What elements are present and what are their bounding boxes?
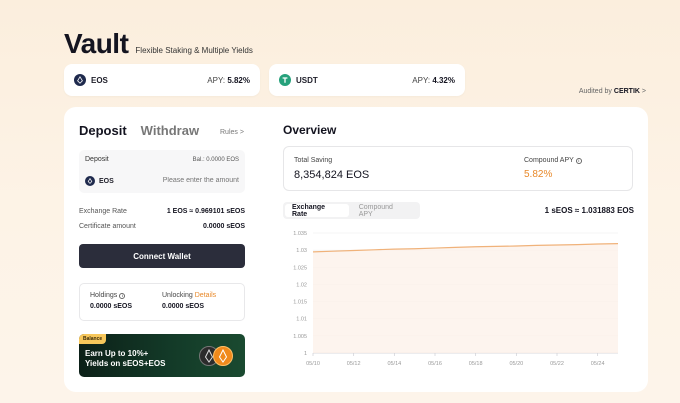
x-tick-label: 05/24 (591, 361, 605, 367)
x-tick-label: 05/12 (347, 361, 361, 367)
audited-link[interactable]: Audited by CERTIK > (579, 88, 646, 95)
y-tick-label: 1.01 (296, 317, 307, 323)
compound-apy-value: 5.82% (524, 169, 553, 180)
connect-wallet-button[interactable]: Connect Wallet (79, 244, 245, 268)
y-tick-label: 1.03 (296, 248, 307, 254)
tab-compound-apy[interactable]: Compound APY (349, 204, 418, 218)
token-name: EOS (91, 75, 108, 85)
overview-title: Overview (283, 123, 337, 137)
y-tick-label: 1.005 (293, 334, 307, 340)
unlocking: Unlocking Details 0.0000 sEOS (162, 292, 217, 310)
usdt-coin-icon (279, 74, 291, 86)
x-tick-label: 05/18 (469, 361, 483, 367)
exchange-rate-chart: 1 1.005 1.01 1.015 1.02 1.025 1.03 1.035 05/10 05… (293, 231, 619, 367)
deposit-token: EOS (85, 176, 114, 186)
page-subtitle: Flexible Staking & Multiple Yields (135, 46, 253, 55)
info-icon[interactable]: i (119, 292, 126, 299)
balance-text: Bal.: 0.0000 EOS (192, 157, 239, 163)
banner-line1: Earn Up to 10%+ (85, 349, 149, 358)
deposit-label: Deposit (85, 156, 109, 163)
details-link[interactable]: Details (195, 292, 216, 299)
chart-toggle: Exchange Rate Compound APY (283, 202, 420, 219)
deposit-input-box: Deposit Bal.: 0.0000 EOS EOS (79, 150, 245, 193)
token-name: USDT (296, 75, 318, 85)
certificate-row: Certificate amount 0.0000 sEOS (79, 223, 245, 230)
y-tick-label: 1 (304, 351, 307, 357)
token-apy: APY: 5.82% (207, 75, 250, 85)
amount-input[interactable] (139, 177, 239, 184)
x-tick-label: 05/22 (550, 361, 564, 367)
deposit-withdraw-tabs: Deposit Withdraw (79, 123, 199, 138)
banner-badge: Balance (79, 334, 107, 344)
y-tick-label: 1.02 (296, 282, 307, 288)
y-tick-label: 1.025 (293, 265, 307, 271)
token-card-eos[interactable]: EOS APY: 5.82% (64, 64, 260, 96)
info-icon[interactable]: i (575, 157, 582, 164)
tab-withdraw[interactable]: Withdraw (141, 123, 199, 138)
page-header: Vault Flexible Staking & Multiple Yields (64, 30, 253, 58)
y-tick-label: 1.035 (293, 231, 307, 237)
exchange-rate-row: Exchange Rate 1 EOS ≈ 0.969101 sEOS (79, 208, 245, 215)
tab-deposit[interactable]: Deposit (79, 123, 127, 138)
x-tick-label: 05/10 (306, 361, 320, 367)
token-card-usdt[interactable]: USDT APY: 4.32% (269, 64, 465, 96)
total-saving-label: Total Saving (294, 157, 333, 164)
series-area (313, 243, 618, 353)
page-title: Vault (64, 28, 129, 59)
x-tick-label: 05/14 (387, 361, 401, 367)
rules-link[interactable]: Rules > (220, 129, 244, 136)
total-saving-value: 8,354,824 EOS (294, 169, 370, 181)
tab-exchange-rate[interactable]: Exchange Rate (285, 204, 349, 218)
x-tick-label: 05/20 (509, 361, 523, 367)
y-tick-label: 1.015 (293, 300, 307, 306)
coins-icon (199, 346, 233, 366)
token-apy: APY: 4.32% (412, 75, 455, 85)
banner-line2: Yields on sEOS+EOS (85, 359, 166, 368)
compound-apy-label: Compound APY i (524, 157, 582, 164)
current-rate: 1 sEOS ≈ 1.031883 EOS (544, 206, 634, 215)
holdings: Holdings i 0.0000 sEOS (90, 292, 133, 310)
eos-coin-icon (85, 176, 95, 186)
promo-banner[interactable]: Balance Earn Up to 10%+ Yields on sEOS+E… (79, 334, 245, 377)
vault-card: Deposit Withdraw Rules > Deposit Bal.: 0… (64, 107, 648, 392)
x-tick-label: 05/16 (428, 361, 442, 367)
summary-box: Total Saving 8,354,824 EOS Compound APY i… (283, 146, 633, 191)
holdings-box: Holdings i 0.0000 sEOS Unlocking Details 0… (79, 283, 245, 321)
eos-coin-icon (74, 74, 86, 86)
